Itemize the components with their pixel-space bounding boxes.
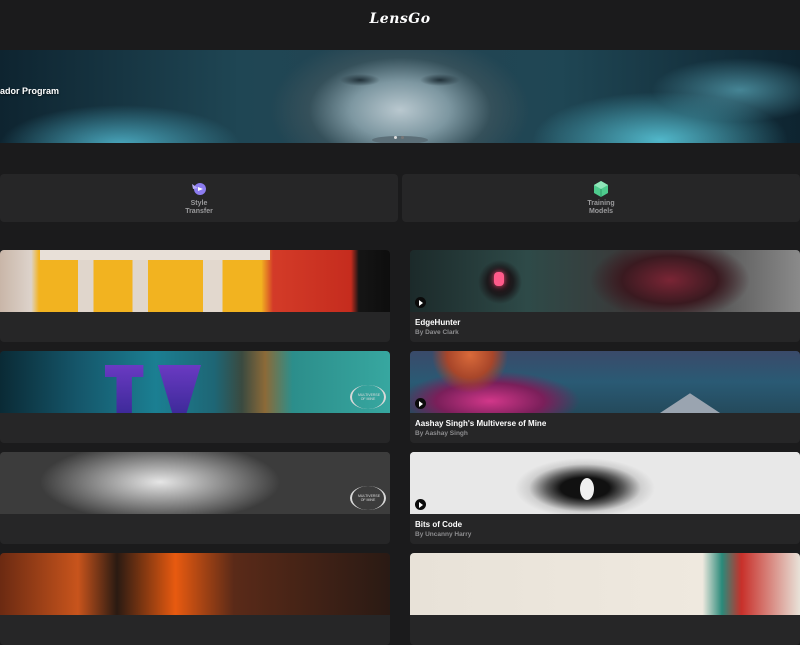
carousel-dot[interactable] [401,136,404,139]
feature-row: Style Transfer Training Models [0,174,800,222]
thumbnail-detail [40,250,270,260]
video-thumbnail [410,250,800,312]
feature-label: Style Transfer [185,200,213,215]
thumbnail-mountain [660,393,720,413]
carousel-dot[interactable] [394,136,397,139]
video-author: By Uncanny Harry [415,531,472,538]
lensgo-logo[interactable]: LensGo [369,11,430,27]
tv-letters [105,365,201,413]
thumbnail-light [494,272,504,286]
banner-face-mouth [372,136,428,143]
feature-label: Training Models [587,200,615,215]
play-icon[interactable] [415,297,426,308]
feature-style-transfer[interactable]: Style Transfer [0,174,398,222]
video-thumbnail: MULTIVERSE OF MINE [0,452,390,514]
video-card[interactable]: EdgeHunter By Dave Clark [410,250,800,342]
video-card[interactable]: Aashay Singh's Multiverse of Mine By Aas… [410,351,800,443]
video-thumbnail [0,250,390,312]
style-transfer-icon [192,183,206,195]
banner-face-eyes [320,70,480,90]
training-models-icon [594,181,608,197]
video-author: By Aashay Singh [415,430,468,437]
video-card[interactable] [0,553,390,645]
video-thumbnail [0,553,390,615]
thumbnail-highlight [580,478,594,500]
video-title[interactable]: Aashay Singh's Multiverse of Mine [415,419,546,428]
festival-laurel-icon: MULTIVERSE OF MINE [350,486,386,510]
video-thumbnail [410,553,800,615]
top-bar: LensGo [0,0,800,38]
banner-label: ador Program [0,86,60,96]
video-card[interactable] [410,553,800,645]
video-thumbnail [410,452,800,514]
video-thumbnail [410,351,800,413]
video-card[interactable]: MULTIVERSE OF MINE [0,452,390,544]
video-card[interactable]: Bits of Code By Uncanny Harry [410,452,800,544]
video-card[interactable] [0,250,390,342]
feature-training-models[interactable]: Training Models [402,174,800,222]
video-author: By Dave Clark [415,329,459,336]
video-thumbnail: MULTIVERSE OF MINE [0,351,390,413]
play-icon[interactable] [415,499,426,510]
video-card[interactable]: MULTIVERSE OF MINE [0,351,390,443]
play-icon[interactable] [415,398,426,409]
hero-banner[interactable]: ador Program [0,50,800,143]
video-title[interactable]: Bits of Code [415,520,462,529]
festival-laurel-icon: MULTIVERSE OF MINE [350,385,386,409]
video-title[interactable]: EdgeHunter [415,318,460,327]
